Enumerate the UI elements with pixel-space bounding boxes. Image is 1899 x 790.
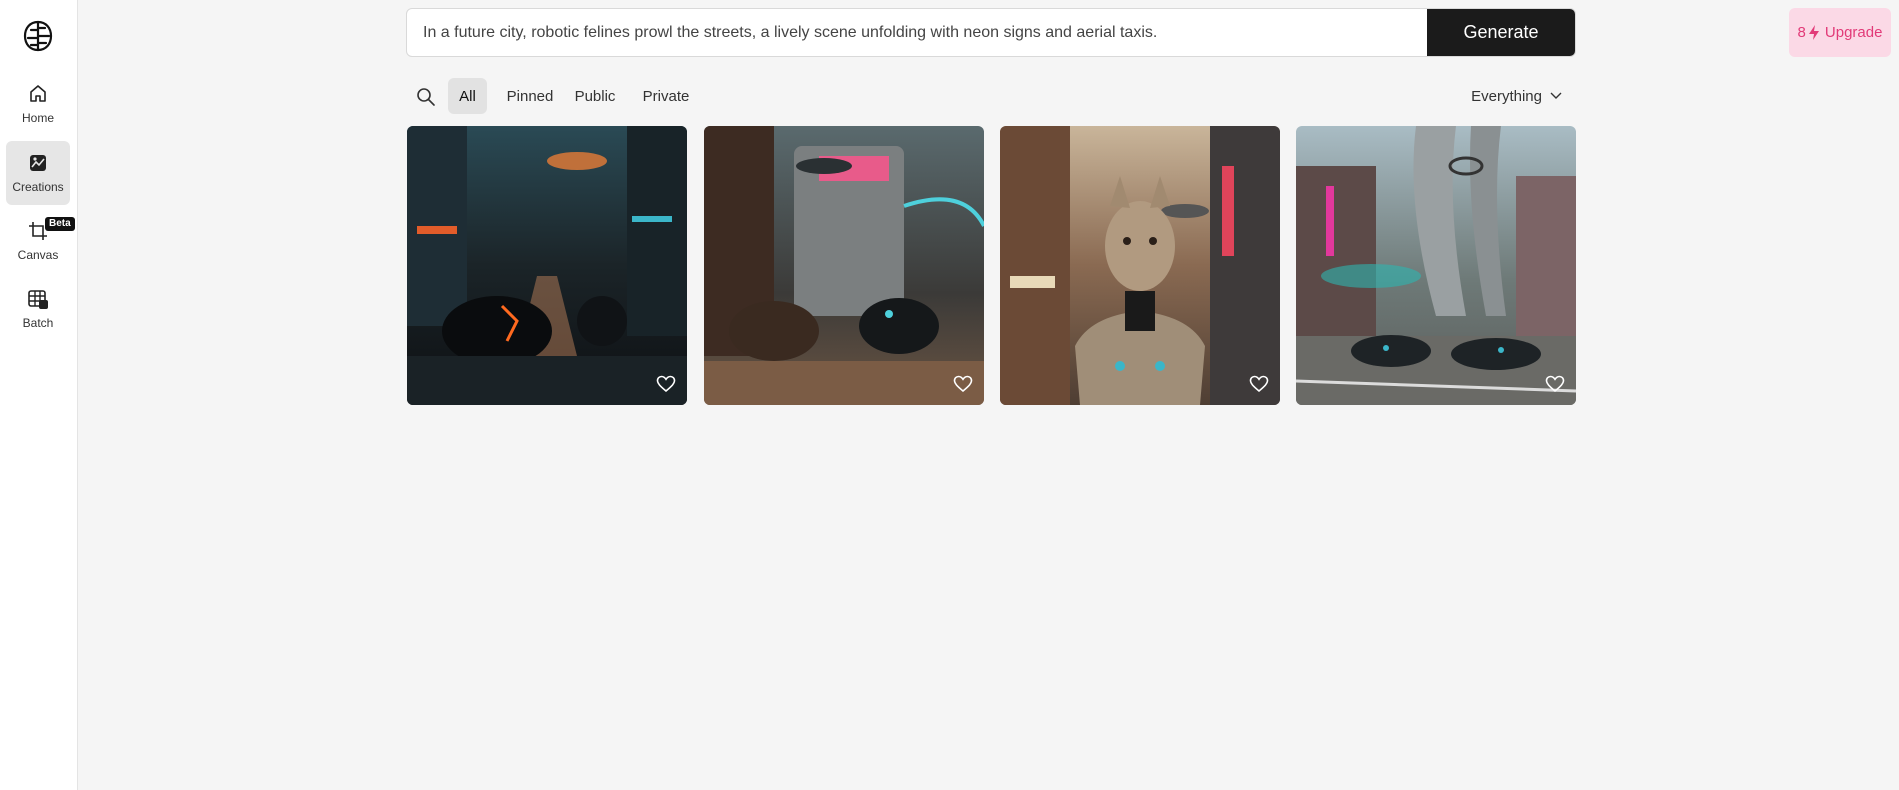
- generate-button[interactable]: Generate: [1427, 9, 1575, 56]
- gallery-image-card[interactable]: [704, 126, 984, 405]
- sidebar-item-home[interactable]: Home: [6, 72, 70, 136]
- tab-all[interactable]: All: [448, 78, 487, 114]
- batch-icon: [28, 290, 48, 309]
- heart-icon[interactable]: [953, 375, 973, 393]
- dropdown-value: Everything: [1471, 87, 1542, 105]
- credits-count: 8: [1797, 24, 1806, 41]
- tab-private[interactable]: Private: [633, 78, 699, 114]
- heart-icon[interactable]: [1249, 375, 1269, 393]
- upgrade-label: Upgrade: [1824, 24, 1883, 41]
- generated-image: [1296, 126, 1576, 405]
- tab-pinned[interactable]: Pinned: [497, 78, 563, 114]
- sidebar-item-label: Batch: [22, 316, 54, 330]
- generated-image: [704, 126, 984, 405]
- sidebar-item-label: Creations: [12, 180, 64, 194]
- home-icon: [30, 85, 46, 102]
- sidebar-item-batch[interactable]: Batch: [6, 277, 70, 341]
- lightning-icon: [1808, 25, 1819, 40]
- gallery-image-card[interactable]: [1000, 126, 1280, 405]
- creations-icon: [30, 155, 46, 171]
- prompt-bar: Generate: [406, 8, 1576, 57]
- heart-icon[interactable]: [1545, 375, 1565, 393]
- tab-public[interactable]: Public: [565, 78, 625, 114]
- filter-bar: All Pinned Public Private Everything: [406, 78, 1576, 116]
- sidebar-item-label: Home: [21, 111, 54, 125]
- sidebar: Home Creations Canvas Beta Batch: [0, 0, 78, 790]
- search-icon[interactable]: [416, 87, 436, 107]
- brain-logo-icon[interactable]: [23, 20, 53, 52]
- prompt-input[interactable]: [407, 9, 1427, 56]
- gallery-image-card[interactable]: [1296, 126, 1576, 405]
- beta-badge: Beta: [45, 217, 75, 231]
- heart-icon[interactable]: [656, 375, 676, 393]
- upgrade-button[interactable]: 8 Upgrade: [1789, 8, 1891, 57]
- chevron-down-icon: [1550, 92, 1562, 99]
- generated-image: [407, 126, 687, 405]
- sidebar-item-canvas[interactable]: Canvas Beta: [6, 209, 75, 273]
- visibility-dropdown[interactable]: Everything: [1471, 78, 1562, 114]
- generated-image: [1000, 126, 1280, 405]
- gallery-image-card[interactable]: [407, 126, 687, 405]
- sidebar-item-label: Canvas: [17, 248, 59, 262]
- sidebar-item-creations[interactable]: Creations: [6, 141, 70, 205]
